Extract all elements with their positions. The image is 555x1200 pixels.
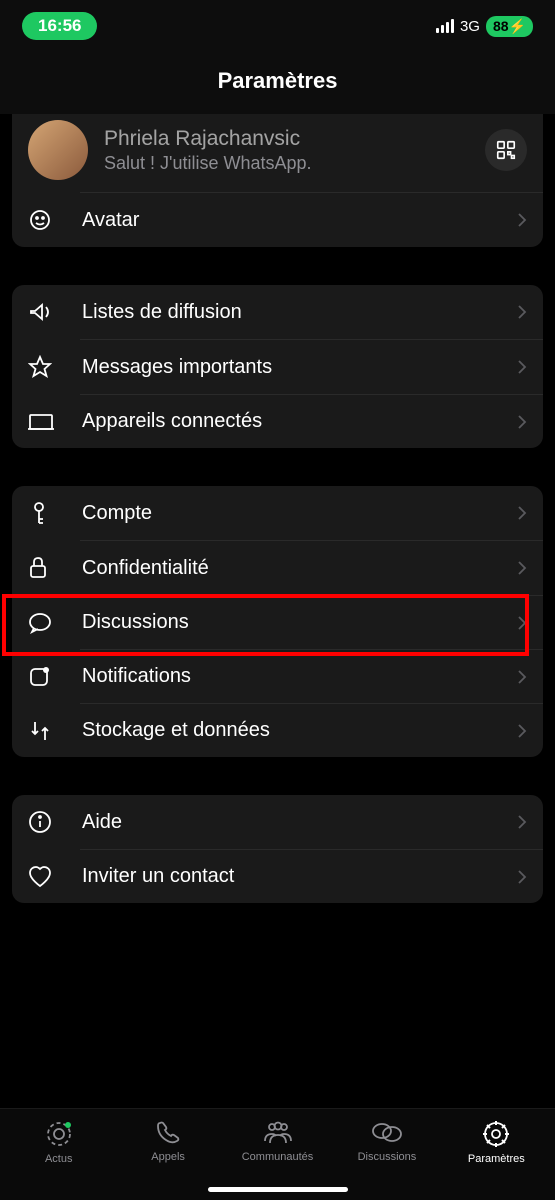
lock-icon xyxy=(28,556,48,580)
linked-devices-row[interactable]: Appareils connectés xyxy=(12,395,543,448)
status-icons: 3G 88⚡ xyxy=(436,16,533,37)
notification-icon xyxy=(28,666,50,688)
row-label: Avatar xyxy=(82,209,517,232)
lists-section: Listes de diffusion Messages importants … xyxy=(12,285,543,448)
tab-label: Discussions xyxy=(358,1151,417,1163)
calls-icon xyxy=(154,1119,182,1147)
broadcast-row[interactable]: Listes de diffusion xyxy=(12,285,543,339)
chevron-right-icon xyxy=(517,615,527,631)
home-indicator[interactable] xyxy=(208,1187,348,1192)
heart-icon xyxy=(28,866,52,888)
devices-icon xyxy=(28,412,54,432)
profile-section: Phriela Rajachanvsic Salut ! J'utilise W… xyxy=(12,114,543,247)
row-label: Messages importants xyxy=(82,356,517,379)
row-label: Discussions xyxy=(82,611,517,634)
battery-indicator: 88⚡ xyxy=(486,16,533,37)
updates-icon xyxy=(44,1119,74,1149)
avatar-icon xyxy=(28,208,52,232)
row-label: Appareils connectés xyxy=(82,410,517,433)
chevron-right-icon xyxy=(517,560,527,576)
header: Paramètres xyxy=(0,52,555,114)
account-row[interactable]: Compte xyxy=(12,486,543,540)
chevron-right-icon xyxy=(517,814,527,830)
notifications-row[interactable]: Notifications xyxy=(12,650,543,703)
storage-icon xyxy=(28,720,52,742)
tab-label: Communautés xyxy=(242,1151,314,1163)
starred-row[interactable]: Messages importants xyxy=(12,340,543,394)
row-label: Confidentialité xyxy=(82,557,517,580)
avatar xyxy=(28,120,88,180)
tab-label: Paramètres xyxy=(468,1153,525,1165)
chevron-right-icon xyxy=(517,723,527,739)
signal-icon xyxy=(436,19,454,33)
chevron-right-icon xyxy=(517,414,527,430)
row-label: Aide xyxy=(82,811,517,834)
chevron-right-icon xyxy=(517,669,527,685)
discussions-icon xyxy=(370,1119,404,1147)
privacy-row[interactable]: Confidentialité xyxy=(12,541,543,595)
star-icon xyxy=(28,355,52,379)
chevron-right-icon xyxy=(517,212,527,228)
qr-icon xyxy=(495,139,517,161)
row-label: Compte xyxy=(82,502,517,525)
profile-row[interactable]: Phriela Rajachanvsic Salut ! J'utilise W… xyxy=(12,114,543,192)
time-indicator: 16:56 xyxy=(22,12,97,40)
tab-updates[interactable]: Actus xyxy=(4,1119,113,1200)
key-icon xyxy=(28,501,50,525)
profile-status: Salut ! J'utilise WhatsApp. xyxy=(104,153,475,174)
row-label: Inviter un contact xyxy=(82,865,517,888)
invite-row[interactable]: Inviter un contact xyxy=(12,850,543,903)
tab-calls[interactable]: Appels xyxy=(113,1119,222,1200)
account-section: Compte Confidentialité Discus xyxy=(12,486,543,757)
row-label: Listes de diffusion xyxy=(82,301,517,324)
communities-icon xyxy=(261,1119,295,1147)
network-label: 3G xyxy=(460,18,480,35)
tab-label: Actus xyxy=(45,1153,73,1165)
tab-label: Appels xyxy=(151,1151,185,1163)
settings-icon xyxy=(481,1119,511,1149)
chevron-right-icon xyxy=(517,304,527,320)
tab-settings[interactable]: Paramètres xyxy=(442,1119,551,1200)
page-title: Paramètres xyxy=(0,68,555,94)
chevron-right-icon xyxy=(517,505,527,521)
status-bar: 16:56 3G 88⚡ xyxy=(0,0,555,52)
profile-name: Phriela Rajachanvsic xyxy=(104,127,475,151)
row-label: Stockage et données xyxy=(82,719,517,742)
help-section: Aide Inviter un contact xyxy=(12,795,543,903)
broadcast-icon xyxy=(28,300,52,324)
help-row[interactable]: Aide xyxy=(12,795,543,849)
tab-chats[interactable]: Discussions xyxy=(332,1119,441,1200)
chevron-right-icon xyxy=(517,359,527,375)
qr-code-button[interactable] xyxy=(485,129,527,171)
row-label: Notifications xyxy=(82,665,517,688)
avatar-row[interactable]: Avatar xyxy=(12,193,543,247)
info-icon xyxy=(28,810,52,834)
chevron-right-icon xyxy=(517,869,527,885)
chat-icon xyxy=(28,612,52,634)
chats-row[interactable]: Discussions xyxy=(12,596,543,649)
storage-row[interactable]: Stockage et données xyxy=(12,704,543,757)
